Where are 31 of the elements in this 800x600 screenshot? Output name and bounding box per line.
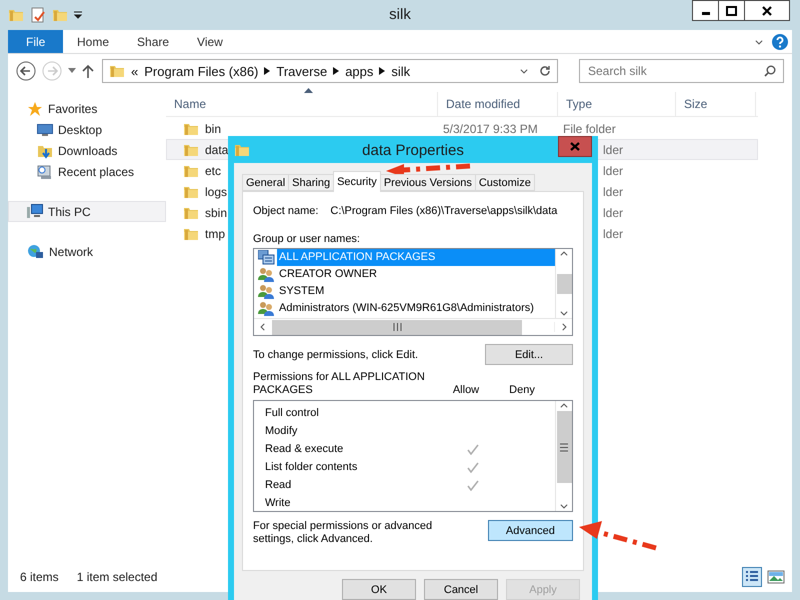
advanced-hint: For special permissions or advanced settings, click Advanced. xyxy=(253,520,434,546)
file-name: bin xyxy=(205,122,222,136)
file-name: etc xyxy=(205,164,222,178)
permission-name: List folder contents xyxy=(265,461,358,473)
file-type: lder xyxy=(603,226,624,240)
file-name: data xyxy=(205,142,228,156)
file-name: tmp xyxy=(205,226,226,240)
permission-name: Read & execute xyxy=(265,443,344,455)
window-title: silk xyxy=(389,6,411,23)
file-type: lder xyxy=(603,184,624,198)
file-name: logs xyxy=(205,184,228,198)
dialog-title: data Properties xyxy=(362,142,464,159)
permission-name: Write xyxy=(265,497,292,509)
selection-count: 1 item selected xyxy=(76,570,158,584)
object-name-value: C:\Program Files (x86)\Traverse\apps\silk\data xyxy=(330,205,558,217)
file-name: sbin xyxy=(205,206,228,220)
allow-column-header: Allow xyxy=(452,384,480,397)
permission-name: Full control xyxy=(265,407,320,419)
deny-column-header: Deny xyxy=(508,384,536,397)
date-modified: 5/3/2017 9:33 PM xyxy=(443,122,538,136)
edit-hint: To change permissions, click Edit. xyxy=(253,348,418,360)
permission-name: Read xyxy=(265,479,292,491)
permission-name: Modify xyxy=(265,425,298,437)
permissions-label: Permissions for ALL APPLICATION PACKAGES xyxy=(253,371,426,397)
file-type: lder xyxy=(603,206,624,220)
item-count: 6 items xyxy=(20,570,59,584)
file-type: File folder xyxy=(563,122,616,136)
group-label: Group or user names: xyxy=(253,233,361,245)
object-name-label: Object name: xyxy=(253,205,318,217)
file-type: lder xyxy=(603,142,624,156)
file-type: lder xyxy=(603,164,624,178)
